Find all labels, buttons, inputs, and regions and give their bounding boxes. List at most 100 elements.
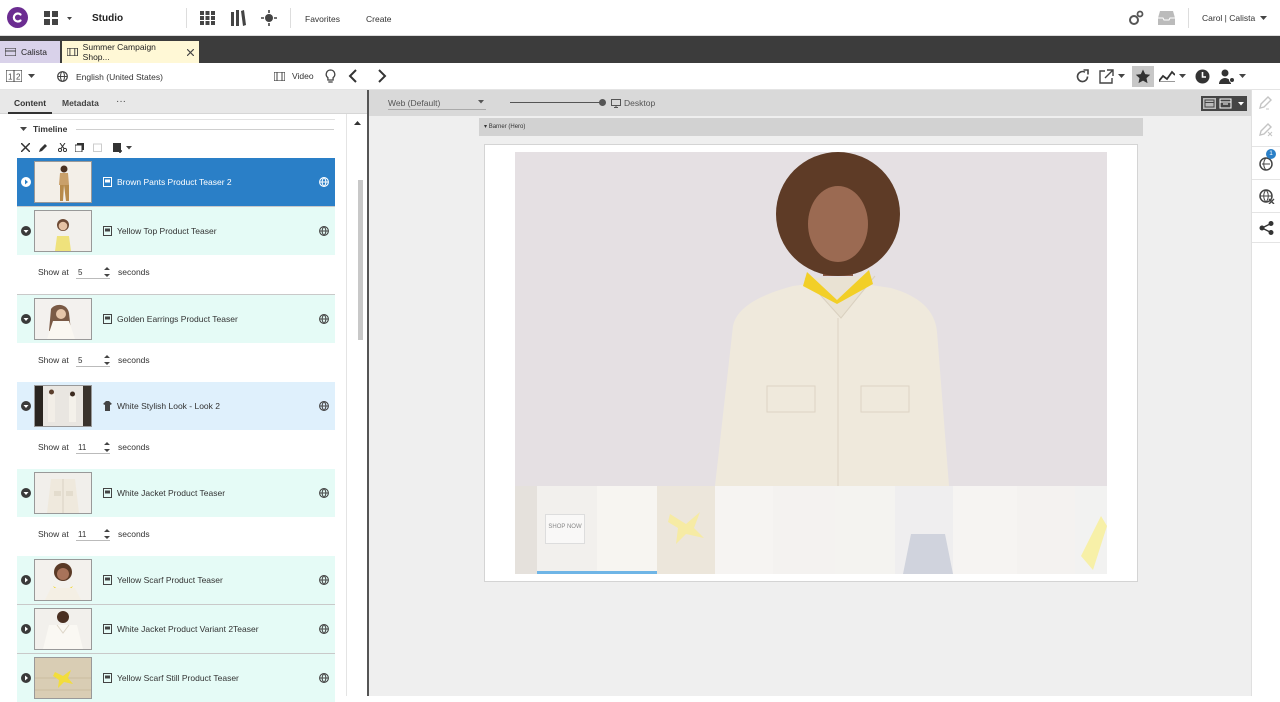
divider	[17, 119, 335, 120]
teaser-icon	[103, 314, 112, 324]
show-at-input[interactable]: 5	[76, 265, 110, 279]
stepper-icon[interactable]	[104, 265, 110, 279]
copy-icon[interactable]	[75, 143, 84, 152]
user-menu[interactable]: Carol | Calista	[1202, 13, 1268, 23]
edit-pencil-icon[interactable]	[39, 143, 48, 152]
locale-label[interactable]: English (United States)	[76, 72, 163, 82]
inbox-icon[interactable]	[1158, 11, 1175, 25]
view-layout-selector[interactable]: 12	[6, 70, 35, 82]
open-external-menu[interactable]	[1099, 69, 1125, 84]
tab-content[interactable]: Content	[8, 90, 52, 114]
add-content-icon	[113, 143, 122, 153]
timeline-header[interactable]: Timeline	[20, 124, 67, 134]
collapse-caret-icon[interactable]	[21, 226, 31, 236]
banner-placement-bar[interactable]: ▾ Barner (Hero)	[479, 118, 1143, 136]
withdraw-globe-icon[interactable]	[1258, 188, 1275, 204]
tab-calista[interactable]: Calista	[0, 41, 60, 63]
target-icon[interactable]	[261, 10, 277, 26]
collapse-caret-icon[interactable]	[21, 314, 31, 324]
library-grid-icon[interactable]	[200, 11, 215, 25]
collapse-caret-icon[interactable]	[21, 401, 31, 411]
hero-banner-frame: SHOP NOW	[484, 144, 1138, 582]
globe-icon	[319, 575, 329, 585]
chevron-down-icon	[28, 73, 35, 78]
favorites-menu[interactable]: Favorites	[305, 14, 340, 24]
desktop-icon	[611, 98, 621, 108]
user-preview-menu[interactable]	[1219, 69, 1246, 84]
tab-summer-campaign[interactable]: Summer Campaign Shop...	[62, 41, 199, 63]
library-books-icon[interactable]	[231, 10, 246, 26]
preview-mode-toggle[interactable]	[1201, 96, 1247, 111]
timeline-item[interactable]: Brown Pants Product Teaser 2	[17, 158, 335, 207]
open-external-icon	[1099, 69, 1114, 84]
channel-select[interactable]: Web (Default)	[388, 95, 486, 110]
collapse-caret-icon[interactable]	[21, 488, 31, 498]
timeline-item[interactable]: White Jacket Product Teaser Show at 11 s…	[17, 469, 335, 557]
thumbnail-image	[34, 559, 92, 601]
device-width-slider-track[interactable]	[510, 102, 602, 103]
top-navigation-bar: Studio Favorites Create Carol | Calista	[0, 0, 1280, 36]
timeline-item[interactable]: Yellow Scarf Still Product Teaser	[17, 654, 335, 702]
share-icon[interactable]	[1259, 221, 1274, 235]
device-width-slider-handle[interactable]	[599, 99, 606, 106]
timeline-item[interactable]: Yellow Scarf Product Teaser	[17, 556, 335, 605]
stepper-icon[interactable]	[104, 353, 110, 367]
scrollbar-thumb[interactable]	[358, 180, 363, 340]
more-tabs-icon[interactable]: ···	[116, 96, 126, 107]
svg-text:2: 2	[16, 73, 21, 82]
expand-caret-icon[interactable]	[21, 673, 31, 683]
tab-metadata[interactable]: Metadata	[62, 98, 99, 108]
preview-pane: ▾ Barner (Hero) SHOP NOW	[369, 116, 1251, 696]
expand-caret-icon[interactable]	[21, 624, 31, 634]
workflow-gears-icon[interactable]	[1128, 10, 1144, 26]
item-title: Yellow Scarf Still Product Teaser	[117, 673, 239, 683]
shop-now-button[interactable]: SHOP NOW	[545, 514, 585, 544]
globe-icon	[319, 177, 329, 187]
editor-toolbar: 12 English (United States) Video	[0, 63, 1280, 90]
stepper-icon[interactable]	[104, 440, 110, 454]
expand-caret-icon[interactable]	[21, 575, 31, 585]
show-at-value: 5	[78, 356, 83, 365]
item-title: Brown Pants Product Teaser 2	[117, 177, 232, 187]
expand-right-icon[interactable]	[377, 69, 387, 83]
timeline-title: Timeline	[33, 124, 68, 134]
bookmark-star-button[interactable]	[1132, 66, 1154, 87]
expand-caret-icon[interactable]	[21, 177, 31, 187]
scroll-up-icon[interactable]	[354, 121, 361, 126]
studio-logo-icon[interactable]	[7, 7, 28, 28]
product-thumbnail-strip[interactable]: SHOP NOW	[515, 486, 1107, 574]
create-menu[interactable]: Create	[366, 14, 392, 24]
item-title: Yellow Scarf Product Teaser	[117, 575, 223, 585]
collapse-left-icon[interactable]	[348, 69, 358, 83]
seconds-label: seconds	[118, 355, 150, 365]
reload-icon[interactable]	[1075, 69, 1090, 84]
timeline-item[interactable]: Golden Earrings Product Teaser Show at 5…	[17, 295, 335, 383]
cut-icon[interactable]	[58, 143, 67, 152]
show-at-input[interactable]: 11	[76, 527, 110, 541]
close-icon[interactable]	[187, 48, 194, 56]
annotated-view-icon[interactable]	[1219, 98, 1232, 109]
stepper-icon[interactable]	[104, 527, 110, 541]
analytics-menu[interactable]	[1159, 70, 1186, 82]
lightbulb-icon[interactable]	[325, 69, 336, 84]
add-item-menu[interactable]	[113, 143, 132, 153]
item-title: Golden Earrings Product Teaser	[117, 314, 238, 324]
show-at-label: Show at	[38, 442, 69, 452]
normal-view-icon[interactable]	[1203, 98, 1216, 109]
globe-icon	[319, 624, 329, 634]
timeline-item[interactable]: White Jacket Product Variant 2Teaser	[17, 605, 335, 654]
hero-image[interactable]	[515, 152, 1107, 486]
timeline-item[interactable]: White Stylish Look - Look 2 Show at 11 s…	[17, 382, 335, 470]
remove-icon[interactable]	[21, 143, 30, 152]
divider	[1252, 146, 1280, 147]
history-clock-icon[interactable]	[1195, 69, 1210, 84]
form-scrollbar[interactable]	[346, 114, 367, 696]
globe-icon	[57, 71, 68, 82]
show-at-input[interactable]: 5	[76, 353, 110, 367]
timeline-item[interactable]: Yellow Top Product Teaser Show at 5 seco…	[17, 207, 335, 295]
show-at-input[interactable]: 11	[76, 440, 110, 454]
apps-grid-icon[interactable]	[44, 11, 72, 25]
tab-label: Summer Campaign Shop...	[82, 42, 156, 62]
item-title: White Jacket Product Variant 2Teaser	[117, 624, 259, 634]
show-at-label: Show at	[38, 529, 69, 539]
